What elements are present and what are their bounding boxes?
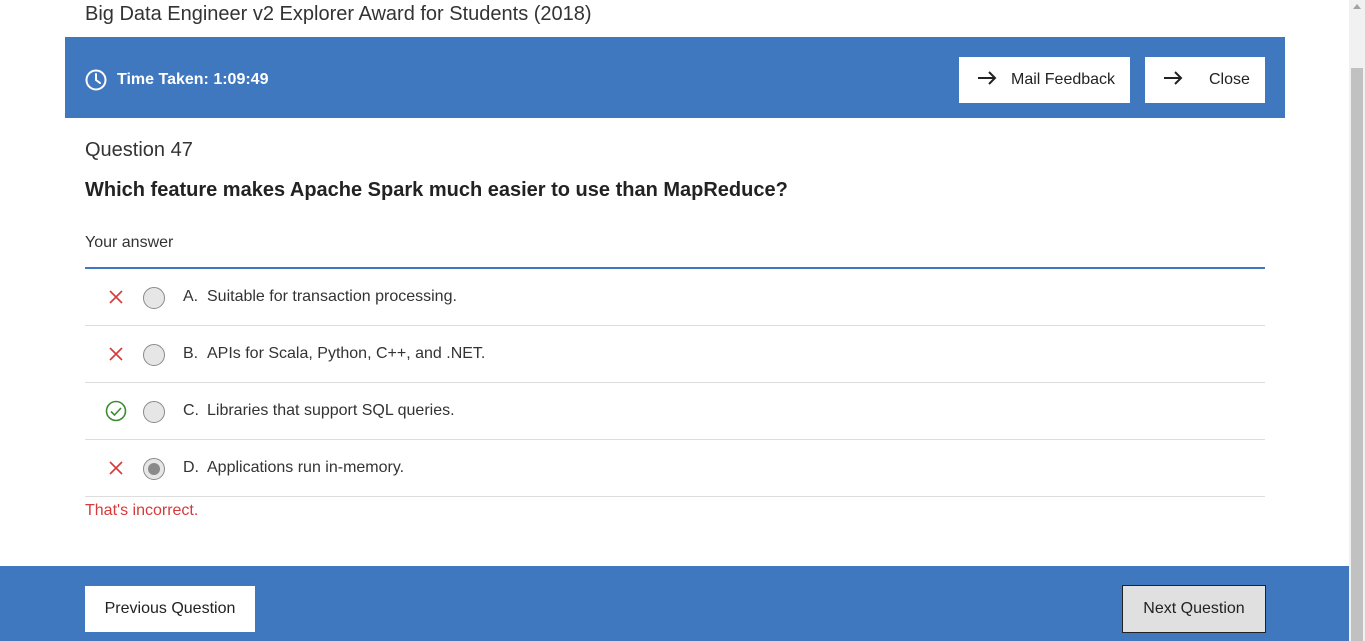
mail-feedback-button[interactable]: Mail Feedback: [959, 57, 1130, 103]
cross-icon: [105, 343, 127, 365]
bottom-navigation-bar: Previous Question Next Question: [0, 566, 1349, 641]
option-text: Suitable for transaction processing.: [207, 288, 457, 305]
option-label: C. Libraries that support SQL queries.: [183, 402, 455, 420]
your-answer-label: Your answer: [85, 234, 174, 251]
answer-option-c[interactable]: C. Libraries that support SQL queries.: [85, 383, 1265, 440]
option-letter: D.: [183, 459, 199, 476]
clock-icon: [85, 69, 107, 91]
option-letter: C.: [183, 402, 199, 419]
page-title: Big Data Engineer v2 Explorer Award for …: [85, 3, 592, 25]
option-text: Applications run in-memory.: [207, 459, 405, 476]
answer-option-d[interactable]: D. Applications run in-memory.: [85, 440, 1265, 497]
time-taken-label: Time Taken: 1:09:49: [117, 71, 269, 88]
time-taken: Time Taken: 1:09:49: [85, 68, 268, 92]
radio-button[interactable]: [143, 344, 165, 366]
arrow-right-icon: [1163, 70, 1183, 91]
mail-feedback-label: Mail Feedback: [1011, 71, 1116, 88]
answer-option-a[interactable]: A. Suitable for transaction processing.: [85, 269, 1265, 326]
check-circle-icon: [105, 400, 127, 422]
previous-question-button[interactable]: Previous Question: [85, 586, 255, 632]
next-question-button[interactable]: Next Question: [1122, 585, 1266, 633]
question-number: Question 47: [85, 139, 193, 161]
option-label: D. Applications run in-memory.: [183, 459, 404, 477]
option-text: APIs for Scala, Python, C++, and .NET.: [207, 345, 486, 362]
option-label: B. APIs for Scala, Python, C++, and .NET.: [183, 345, 485, 363]
answer-option-b[interactable]: B. APIs for Scala, Python, C++, and .NET.: [85, 326, 1265, 383]
cross-icon: [105, 457, 127, 479]
quiz-review-page: Big Data Engineer v2 Explorer Award for …: [0, 0, 1365, 641]
radio-button[interactable]: [143, 401, 165, 423]
top-toolbar: Time Taken: 1:09:49 Mail Feedback Close: [65, 37, 1285, 118]
scrollbar-thumb[interactable]: [1351, 68, 1363, 641]
option-letter: B.: [183, 345, 199, 362]
scroll-up-arrow-icon[interactable]: [1353, 4, 1361, 9]
radio-button-selected[interactable]: [143, 458, 165, 480]
option-label: A. Suitable for transaction processing.: [183, 288, 457, 306]
result-feedback: That's incorrect.: [85, 502, 199, 519]
cross-icon: [105, 286, 127, 308]
radio-button[interactable]: [143, 287, 165, 309]
close-button[interactable]: Close: [1145, 57, 1265, 103]
option-letter: A.: [183, 288, 199, 305]
question-text: Which feature makes Apache Spark much ea…: [85, 179, 788, 201]
close-label: Close: [1209, 71, 1250, 88]
arrow-right-icon: [977, 70, 997, 91]
option-text: Libraries that support SQL queries.: [207, 402, 455, 419]
